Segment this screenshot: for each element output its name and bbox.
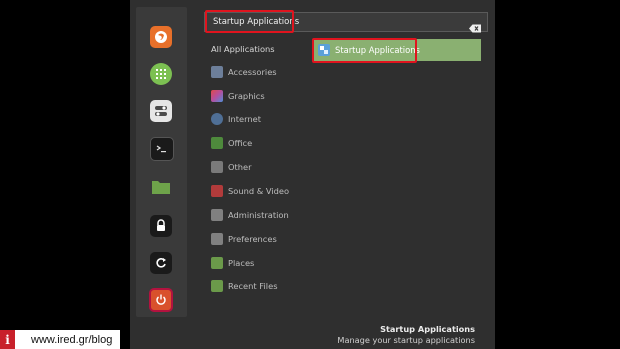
category-label: Administration [228, 210, 289, 220]
software-manager-icon[interactable] [150, 63, 172, 85]
clear-icon[interactable] [469, 18, 481, 33]
other-icon [211, 161, 223, 173]
accessories-icon [211, 66, 223, 78]
category-other[interactable]: Other [211, 158, 252, 176]
category-label: Graphics [228, 91, 265, 101]
category-label: Accessories [228, 67, 277, 77]
watermark: i www.ired.gr/blog [0, 330, 121, 349]
files-folder-icon[interactable] [150, 175, 172, 197]
favorites-bar [136, 7, 187, 317]
category-label: Other [228, 162, 252, 172]
category-label: Places [228, 258, 255, 268]
settings-toggle-icon[interactable] [150, 100, 172, 122]
result-highlight-frame [312, 38, 417, 63]
power-icon[interactable] [149, 288, 173, 312]
watermark-text: www.ired.gr/blog [15, 330, 121, 349]
terminal-icon[interactable] [150, 137, 174, 161]
firefox-icon[interactable] [150, 26, 172, 48]
preferences-icon [211, 233, 223, 245]
category-label: Recent Files [228, 281, 278, 291]
category-all-applications[interactable]: All Applications [211, 40, 275, 58]
category-office[interactable]: Office [211, 134, 252, 152]
internet-icon [211, 113, 223, 125]
office-icon [211, 137, 223, 149]
status-title: Startup Applications [380, 324, 475, 334]
logout-icon[interactable] [150, 252, 172, 274]
category-label: Internet [228, 114, 261, 124]
administration-icon [211, 209, 223, 221]
category-graphics[interactable]: Graphics [211, 87, 265, 105]
category-label: Sound & Video [228, 186, 290, 196]
category-sound-video[interactable]: Sound & Video [211, 182, 289, 200]
sound-video-icon [211, 185, 223, 197]
category-administration[interactable]: Administration [211, 206, 289, 224]
folder-icon [211, 280, 223, 292]
search-highlight-frame [205, 10, 294, 33]
category-preferences[interactable]: Preferences [211, 230, 277, 248]
category-label: Office [228, 138, 253, 148]
graphics-icon [211, 90, 223, 102]
category-internet[interactable]: Internet [211, 110, 261, 128]
watermark-badge: i [0, 330, 15, 349]
category-recent-files[interactable]: Recent Files [211, 277, 278, 295]
category-label: Preferences [228, 234, 277, 244]
folder-icon [211, 257, 223, 269]
status-description: Manage your startup applications [337, 335, 475, 345]
category-places[interactable]: Places [211, 254, 254, 272]
category-label: All Applications [211, 44, 275, 54]
lock-icon[interactable] [150, 215, 172, 237]
category-accessories[interactable]: Accessories [211, 63, 277, 81]
